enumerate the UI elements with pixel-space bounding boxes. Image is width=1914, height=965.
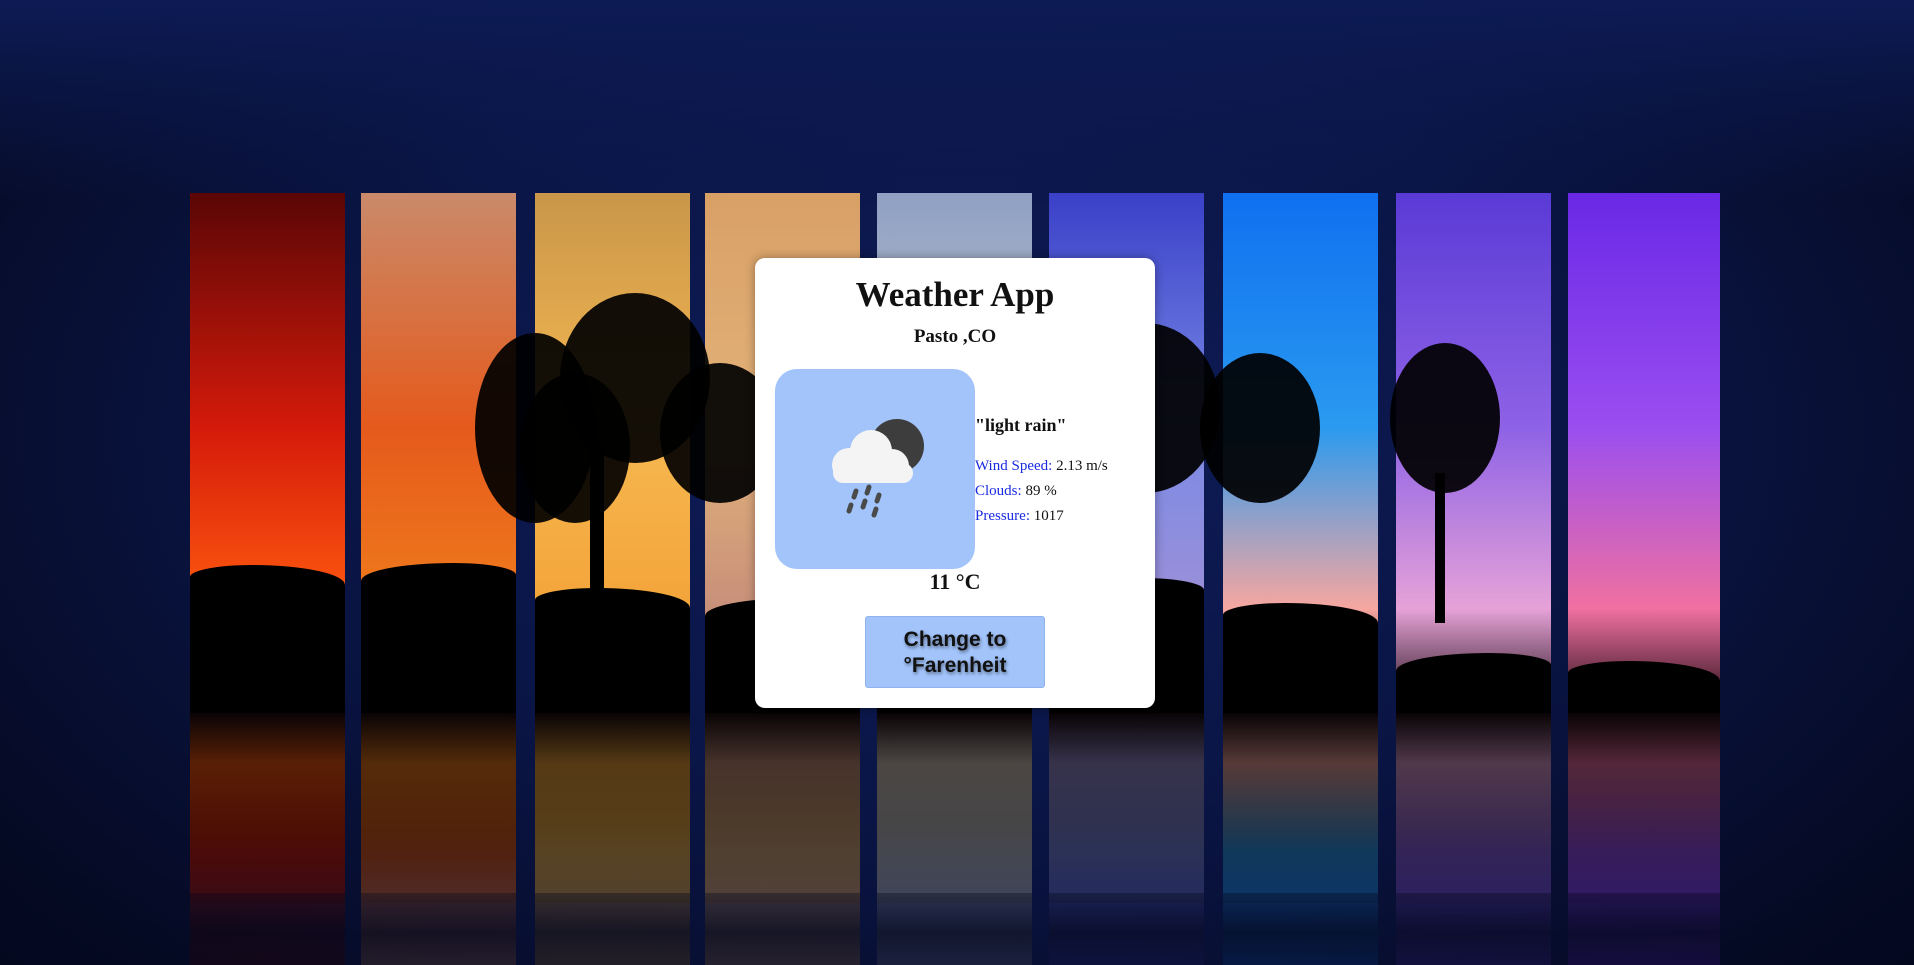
weather-stats: Wind Speed: 2.13 m/s Clouds: 89 % Pressu…: [975, 454, 1108, 529]
clouds-row: Clouds: 89 %: [975, 479, 1108, 504]
background-panel-violet-dusk: [1396, 193, 1551, 965]
clouds-label: Clouds:: [975, 483, 1022, 499]
clouds-value: 89 %: [1025, 483, 1057, 499]
app-title: Weather App: [855, 275, 1055, 314]
wind-speed-value: 2.13 m/s: [1056, 458, 1108, 474]
background-glow: [0, 0, 1914, 200]
cloud-rain-moon-icon: [832, 419, 924, 518]
tree-trunk: [1435, 473, 1445, 623]
pressure-label: Pressure:: [975, 508, 1030, 524]
wind-speed-label: Wind Speed:: [975, 458, 1053, 474]
weather-card: Weather App Pasto ,CO "light rain" Wind …: [755, 258, 1155, 708]
change-unit-button[interactable]: Change to °Farenheit: [865, 616, 1045, 688]
wind-speed-row: Wind Speed: 2.13 m/s: [975, 454, 1108, 479]
background-panel-bright-blue: [1223, 193, 1378, 965]
tree-trunk: [590, 443, 604, 613]
temperature-readout: 11 °C: [929, 569, 981, 594]
background-panel-orange-sunset: [361, 193, 516, 965]
weather-icon-box: [775, 369, 975, 569]
tree-silhouette: [520, 373, 630, 523]
weather-description: "light rain": [975, 415, 1067, 435]
background-panel-purple-night: [1568, 193, 1720, 965]
pressure-row: Pressure: 1017: [975, 504, 1108, 529]
tree-silhouette: [1200, 353, 1320, 503]
tree-silhouette: [1390, 343, 1500, 493]
background-panel-red-sunset: [190, 193, 345, 965]
location-label: Pasto ,CO: [913, 326, 997, 347]
pressure-value: 1017: [1033, 508, 1064, 524]
